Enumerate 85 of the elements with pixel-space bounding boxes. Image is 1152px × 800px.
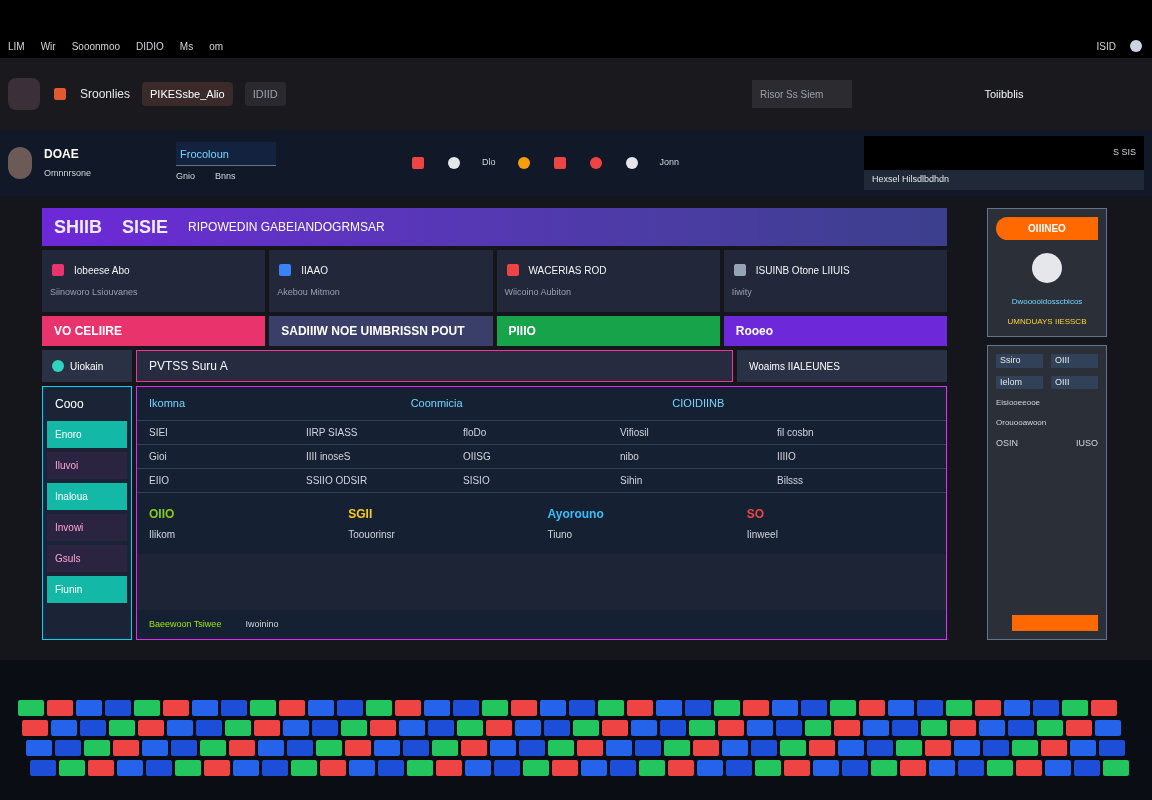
promo-banner[interactable]: SADIIIW NOE UIMBRISSN POUT (269, 316, 493, 346)
table-cell-text: IIIIO (777, 449, 797, 464)
table-cell-text: SSIIO ODSIR (306, 473, 369, 488)
menu-item[interactable]: DIDIO (136, 39, 164, 54)
tool-chip[interactable]: Ssiro (996, 354, 1043, 368)
table-cell-text: Vifiosil (620, 425, 650, 440)
panel-title: Toiibblis (983, 86, 1025, 102)
stat-label: Tiuno (547, 527, 574, 542)
table-cell-text: Sihin (620, 473, 644, 488)
banner-subtitle: RIPOWEDIN GABEIANDOGRMSAR (188, 219, 385, 236)
nav-item[interactable]: Invowi (47, 514, 127, 541)
table-cell-text: floDo (463, 425, 488, 440)
profile-name: DOAE (44, 146, 80, 164)
tile-title: ISUINB Otone LIIUIS (755, 263, 850, 278)
menu-item[interactable]: LIM (8, 39, 25, 54)
banner-title: SHIIB (54, 215, 102, 239)
table-cell-text: SISIO (463, 473, 491, 488)
note-text: Orouooawoon (996, 417, 1048, 429)
avatar-icon (8, 147, 32, 179)
promo-banner[interactable]: VO CELIIRE (42, 316, 266, 346)
strip-text: Uiokain (70, 359, 104, 374)
stat-label: Toouorinsr (348, 527, 396, 542)
table-cell-text: Gioi (149, 449, 168, 464)
tile-title: IIAAO (301, 263, 328, 278)
tile-subtitle: Akebou Mitmon (277, 286, 341, 300)
stat-value: OIIO (149, 505, 176, 523)
tile-subtitle: Wiicoino Aubiton (504, 286, 573, 300)
footer-text: Iwoinino (245, 617, 279, 631)
stat-value: SGII (348, 505, 374, 523)
table-cell-text: SIEI (149, 425, 169, 440)
banner-title: SISIE (122, 215, 169, 239)
tile-subtitle: Siinoworo Lsiouvanes (50, 286, 139, 300)
card-caption: Dwooooidosscbicos (1011, 296, 1083, 308)
tool-chip[interactable]: Ielom (996, 375, 1043, 389)
header-tab[interactable]: PIKESsbe_Alio (142, 81, 233, 107)
nav-title: Cooo (54, 396, 85, 413)
app-logo-icon (52, 86, 68, 102)
table-cell-text: OIISG (463, 449, 492, 464)
action-bar[interactable] (1012, 615, 1098, 631)
stat-label: Ilikom (149, 527, 177, 542)
menu-item[interactable]: om (209, 39, 224, 54)
nav-item[interactable]: Gsuls (47, 545, 127, 572)
toolbar-label: Dlo (482, 156, 496, 170)
stat-value: Ayorouno (547, 505, 605, 523)
table-cell-text: nibo (620, 449, 640, 464)
link[interactable]: Bnns (215, 170, 236, 184)
menu-item[interactable]: Sooonmoo (71, 39, 121, 54)
search-field[interactable]: Frocoloun (176, 142, 276, 167)
column-header: Coonmicia (410, 396, 464, 411)
tool-chip[interactable]: OIII (1051, 354, 1098, 368)
row-text: IUSO (1076, 437, 1098, 450)
table-cell-text: IIII inoseS (306, 449, 352, 464)
app-name: Sroonlies (80, 86, 131, 103)
table-cell-text: Bilsss (777, 473, 805, 488)
tool-chip[interactable]: OIII (1051, 375, 1098, 389)
column-header: CIOIDIINB (672, 396, 726, 411)
stat-value: SO (746, 505, 766, 523)
stat-label: Iinweel (746, 527, 779, 542)
table-cell-text: fil cosbn (777, 425, 815, 440)
note-text: Eisiooeeooe (996, 397, 1042, 409)
panel-row: Hexsel Hilsdlbdhdn (864, 170, 1144, 190)
link[interactable]: Gnio (176, 170, 195, 184)
strip-title: PVTSS Suru A (149, 358, 228, 375)
strip-side: Woaims IIALEUNES (737, 350, 947, 382)
row-text: OSIN (996, 437, 1018, 450)
menu-item[interactable]: Ms (179, 39, 194, 54)
nav-item[interactable]: Iluvoi (47, 452, 127, 479)
search-field[interactable]: Risor Ss Siem (752, 80, 852, 108)
header-tab[interactable]: IDIID (244, 81, 286, 107)
column-header: Ikomna (149, 396, 187, 411)
square-icon (410, 155, 426, 171)
tile-title: WACERIAS ROD (528, 263, 607, 278)
promo-banner[interactable]: Rooeo (723, 316, 947, 346)
tile-title: Iobeese Abo (74, 263, 130, 278)
menu-item[interactable]: Wir (40, 39, 56, 54)
profile-subtitle: Omnnrsone (44, 167, 93, 181)
panel-action: S SIS (1113, 146, 1136, 160)
toolbar-label: Jonn (659, 156, 680, 170)
status-text: ISID (1096, 39, 1116, 54)
table-cell-text: EIIO (149, 473, 170, 488)
table-cell-text: IIRP SIASS (306, 425, 359, 440)
tile-subtitle: Iiwity (731, 286, 753, 300)
avatar-icon (8, 78, 40, 110)
card-caption: UMNDUAYS IIESSCB (1007, 316, 1087, 328)
footer-text: Baeewoon Tsiwee (149, 617, 222, 631)
